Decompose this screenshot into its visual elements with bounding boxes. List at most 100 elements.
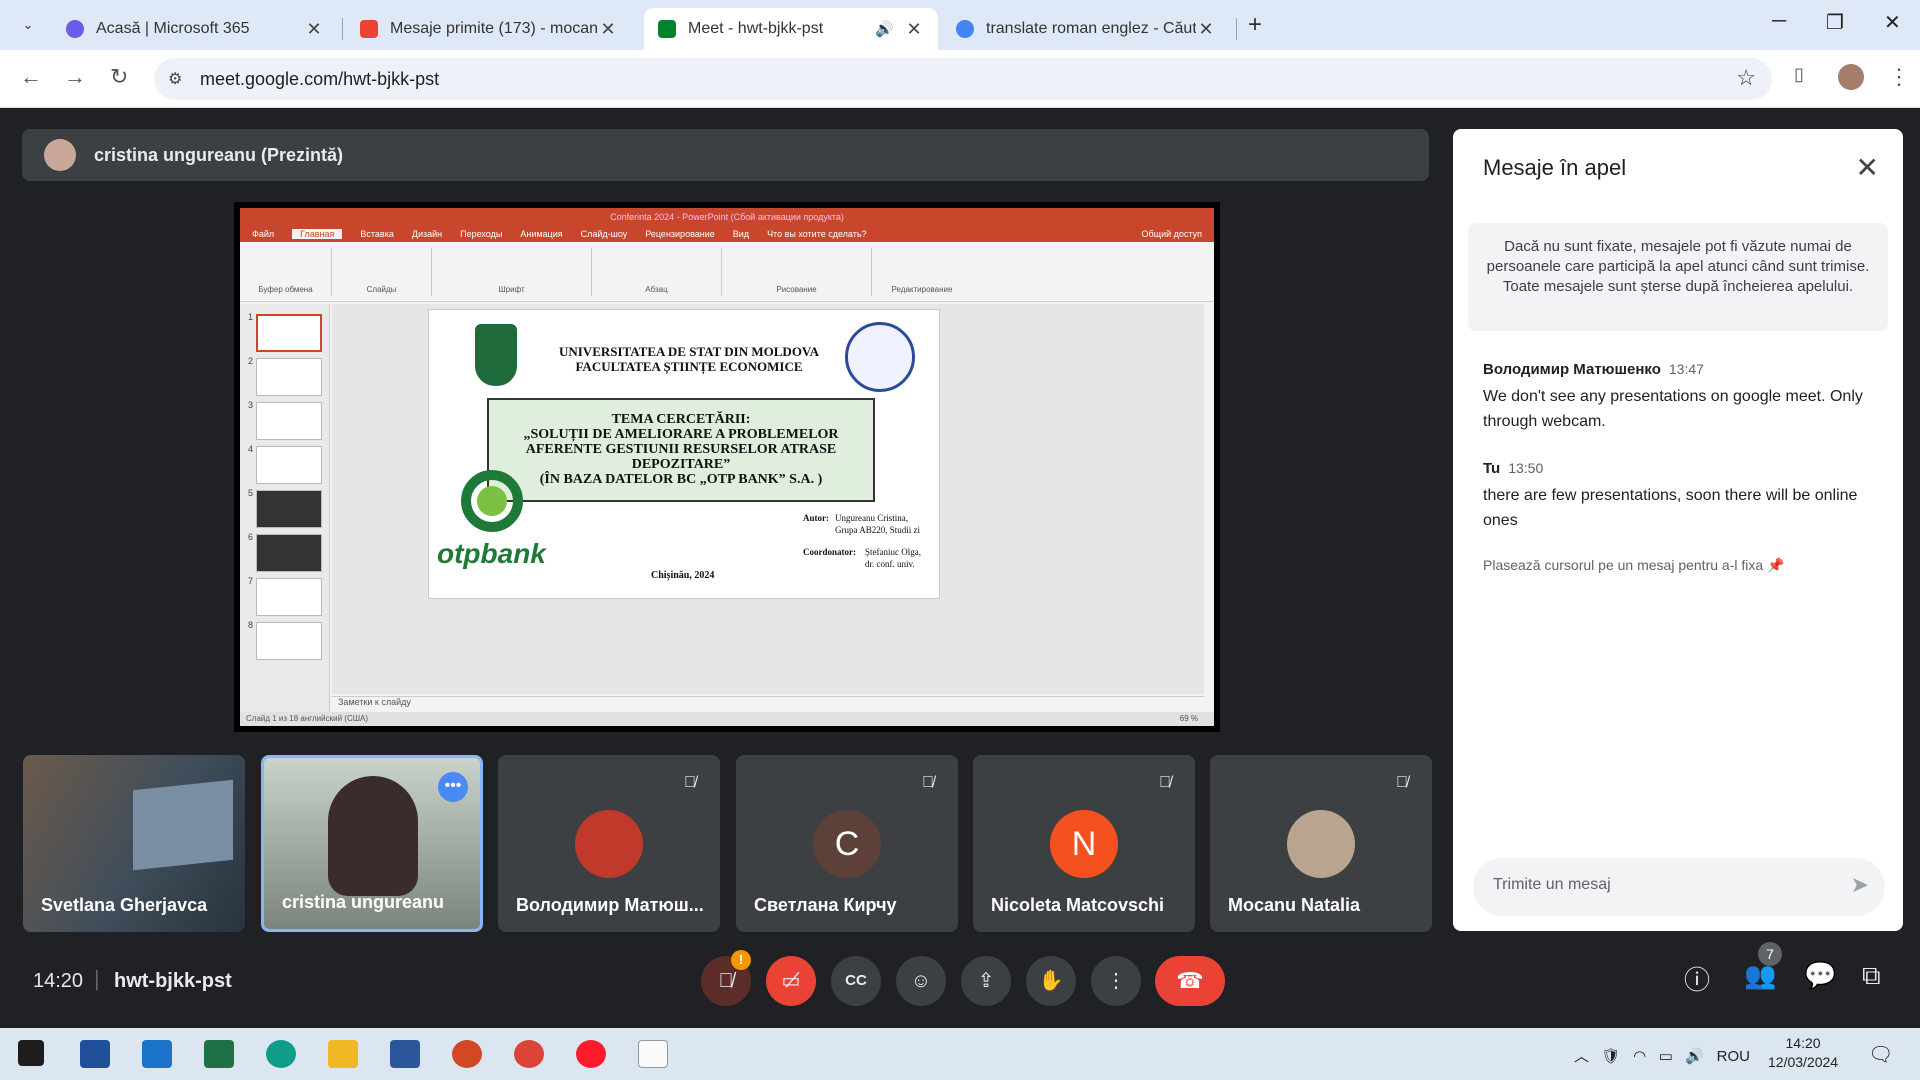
hand-icon: ✋: [1038, 970, 1064, 992]
info-icon[interactable]: ⓘ: [1684, 960, 1710, 997]
close-icon[interactable]: ✕: [1856, 151, 1879, 184]
chat-input[interactable]: Trimite un mesaj ➤: [1473, 858, 1885, 916]
restore-button[interactable]: ❐: [1826, 10, 1844, 35]
chevron-up-icon[interactable]: ︿: [1574, 1048, 1589, 1065]
avatar: [1287, 810, 1355, 878]
volume-icon[interactable]: 🔊: [1685, 1048, 1704, 1065]
powerpoint-icon[interactable]: [452, 1040, 482, 1068]
slide-thumbnail[interactable]: [256, 490, 322, 528]
mic-off-icon: 🎙̸: [684, 774, 696, 791]
tab-microsoft365[interactable]: Acasă | Microsoft 365 ✕: [52, 8, 338, 50]
chat-message: Володимир Матюшенко 13:47 We don't see an…: [1483, 361, 1863, 430]
send-icon[interactable]: ➤: [1851, 872, 1869, 898]
browser-toolbar: ← → ↻ ⚙ meet.google.com/hwt-bjkk-pst ☆ ▯…: [0, 50, 1920, 108]
captions-button[interactable]: CC: [831, 956, 881, 1006]
new-tab-button[interactable]: +: [1248, 11, 1262, 39]
present-button[interactable]: ⇪: [961, 956, 1011, 1006]
reactions-button[interactable]: ☺: [896, 956, 946, 1006]
tab-google-search[interactable]: translate roman englez - Căutar ✕: [942, 8, 1230, 50]
activities-icon[interactable]: ⧉: [1862, 960, 1881, 992]
participant-tile[interactable]: ••• cristina ungureanu: [261, 755, 483, 932]
slide-thumbnail[interactable]: [256, 578, 322, 616]
current-slide: UNIVERSITATEA DE STAT DIN MOLDOVA FACULT…: [428, 309, 940, 599]
slide-thumbnail[interactable]: [256, 446, 322, 484]
address-bar[interactable]: ⚙ meet.google.com/hwt-bjkk-pst ☆: [154, 58, 1772, 100]
site-info-icon[interactable]: ⚙: [168, 69, 182, 89]
input-language[interactable]: ROU: [1717, 1048, 1750, 1065]
microsoft365-icon: [66, 20, 84, 38]
meet-icon: [658, 20, 676, 38]
tab-search-button[interactable]: ⌄: [14, 12, 42, 38]
university-crest-icon: [475, 324, 517, 386]
excel-icon[interactable]: [204, 1040, 234, 1068]
battery-icon[interactable]: ▭: [1659, 1048, 1673, 1065]
chrome-icon[interactable]: [514, 1040, 544, 1068]
notifications-icon[interactable]: 🗨: [1868, 1042, 1893, 1067]
slide-thumbnail[interactable]: [256, 622, 322, 660]
participant-tile[interactable]: 🎙̸ Володимир Матюш...: [498, 755, 720, 932]
ppt-title: Conferinta 2024 - PowerPoint (Сбой актив…: [240, 208, 1214, 226]
speaker-icon[interactable]: 🔊: [875, 20, 894, 38]
tab-gmail[interactable]: Mesaje primite (173) - mocanu ✕: [346, 8, 632, 50]
microphone-button[interactable]: 🎙̸ !: [701, 950, 751, 1006]
side-panel-icon[interactable]: ▯: [1794, 64, 1804, 85]
google-icon: [956, 20, 974, 38]
shield-icon[interactable]: 🛡: [1602, 1048, 1621, 1065]
slide-thumbnail[interactable]: [256, 534, 322, 572]
close-tab-icon[interactable]: ✕: [304, 19, 324, 40]
close-tab-icon[interactable]: ✕: [598, 19, 618, 40]
ppt-ribbon: Буфер обмена Слайды Шрифт Абзац Рисовани…: [240, 242, 1214, 302]
file-explorer-icon[interactable]: [328, 1040, 358, 1068]
author-info: Ungureanu Cristina, Grupa AB220, Studii …: [835, 513, 920, 535]
presenter-bar: cristina ungureanu (Prezintă): [22, 129, 1429, 181]
mic-off-icon: 🎙̸: [1396, 774, 1408, 791]
pin-hint: Plasează cursorul pe un mesaj pentru a-l…: [1483, 557, 1785, 573]
profile-avatar[interactable]: [1838, 64, 1864, 90]
avatar: C: [813, 810, 881, 878]
video-frame: [328, 776, 418, 896]
hang-up-icon: ☎: [1176, 968, 1204, 993]
mail-icon[interactable]: [142, 1040, 172, 1068]
participant-tile[interactable]: Svetlana Gherjavca: [23, 755, 245, 932]
avatar: [575, 810, 643, 878]
captions-icon: CC: [845, 972, 867, 989]
leave-call-button[interactable]: ☎: [1155, 956, 1225, 1006]
taskbar-clock[interactable]: 14:20 12/03/2024: [1768, 1034, 1838, 1072]
reload-icon[interactable]: ↻: [110, 64, 128, 90]
forward-arrow-icon[interactable]: →: [64, 64, 86, 90]
tab-meet[interactable]: Meet - hwt-bjkk-pst 🔊 ✕: [644, 8, 938, 50]
participant-tile[interactable]: 🎙̸ C Светлана Кирчу: [736, 755, 958, 932]
browser-menu-icon[interactable]: ⋮: [1888, 64, 1910, 90]
close-window-button[interactable]: ✕: [1884, 10, 1901, 35]
slide-thumbnail[interactable]: [256, 358, 322, 396]
participant-tile[interactable]: 🎙̸ N Nicoleta Matcovschi: [973, 755, 1195, 932]
more-options-icon[interactable]: •••: [438, 772, 468, 802]
camera-off-icon: ▭̸: [781, 970, 801, 992]
participant-tile[interactable]: 🎙̸ Mocanu Natalia: [1210, 755, 1432, 932]
opera-icon[interactable]: [576, 1040, 606, 1068]
mic-off-icon: 🎙̸: [1159, 774, 1171, 791]
document-icon[interactable]: [638, 1040, 668, 1068]
edge-icon[interactable]: [266, 1040, 296, 1068]
raise-hand-button[interactable]: ✋: [1026, 956, 1076, 1006]
camera-button[interactable]: ▭̸: [766, 956, 816, 1006]
mic-off-icon: 🎙̸: [922, 774, 934, 791]
slide-thumbnails: 1 2 3 4 5 6 7 8: [240, 304, 330, 714]
presenter-avatar: [44, 139, 76, 171]
minimize-button[interactable]: ─: [1772, 10, 1786, 33]
bookmark-star-icon[interactable]: ☆: [1736, 65, 1756, 91]
word-icon[interactable]: [390, 1040, 420, 1068]
start-icon[interactable]: [18, 1040, 44, 1066]
chat-icon[interactable]: 💬: [1804, 960, 1836, 991]
url-text[interactable]: meet.google.com/hwt-bjkk-pst: [200, 69, 439, 90]
close-tab-icon[interactable]: ✕: [1196, 19, 1216, 40]
close-tab-icon[interactable]: ✕: [904, 19, 924, 40]
more-options-button[interactable]: ⋮: [1091, 956, 1141, 1006]
save-icon[interactable]: [80, 1040, 110, 1068]
chat-message: Tu 13:50 there are few presentations, soo…: [1483, 460, 1858, 529]
wifi-icon[interactable]: ◠: [1633, 1048, 1646, 1065]
slide-thumbnail[interactable]: [256, 402, 322, 440]
research-topic-box: TEMA CERCETĂRII: „SOLUȚII DE AMELIORARE …: [487, 398, 875, 502]
slide-thumbnail[interactable]: [256, 314, 322, 352]
back-arrow-icon[interactable]: ←: [20, 64, 42, 90]
